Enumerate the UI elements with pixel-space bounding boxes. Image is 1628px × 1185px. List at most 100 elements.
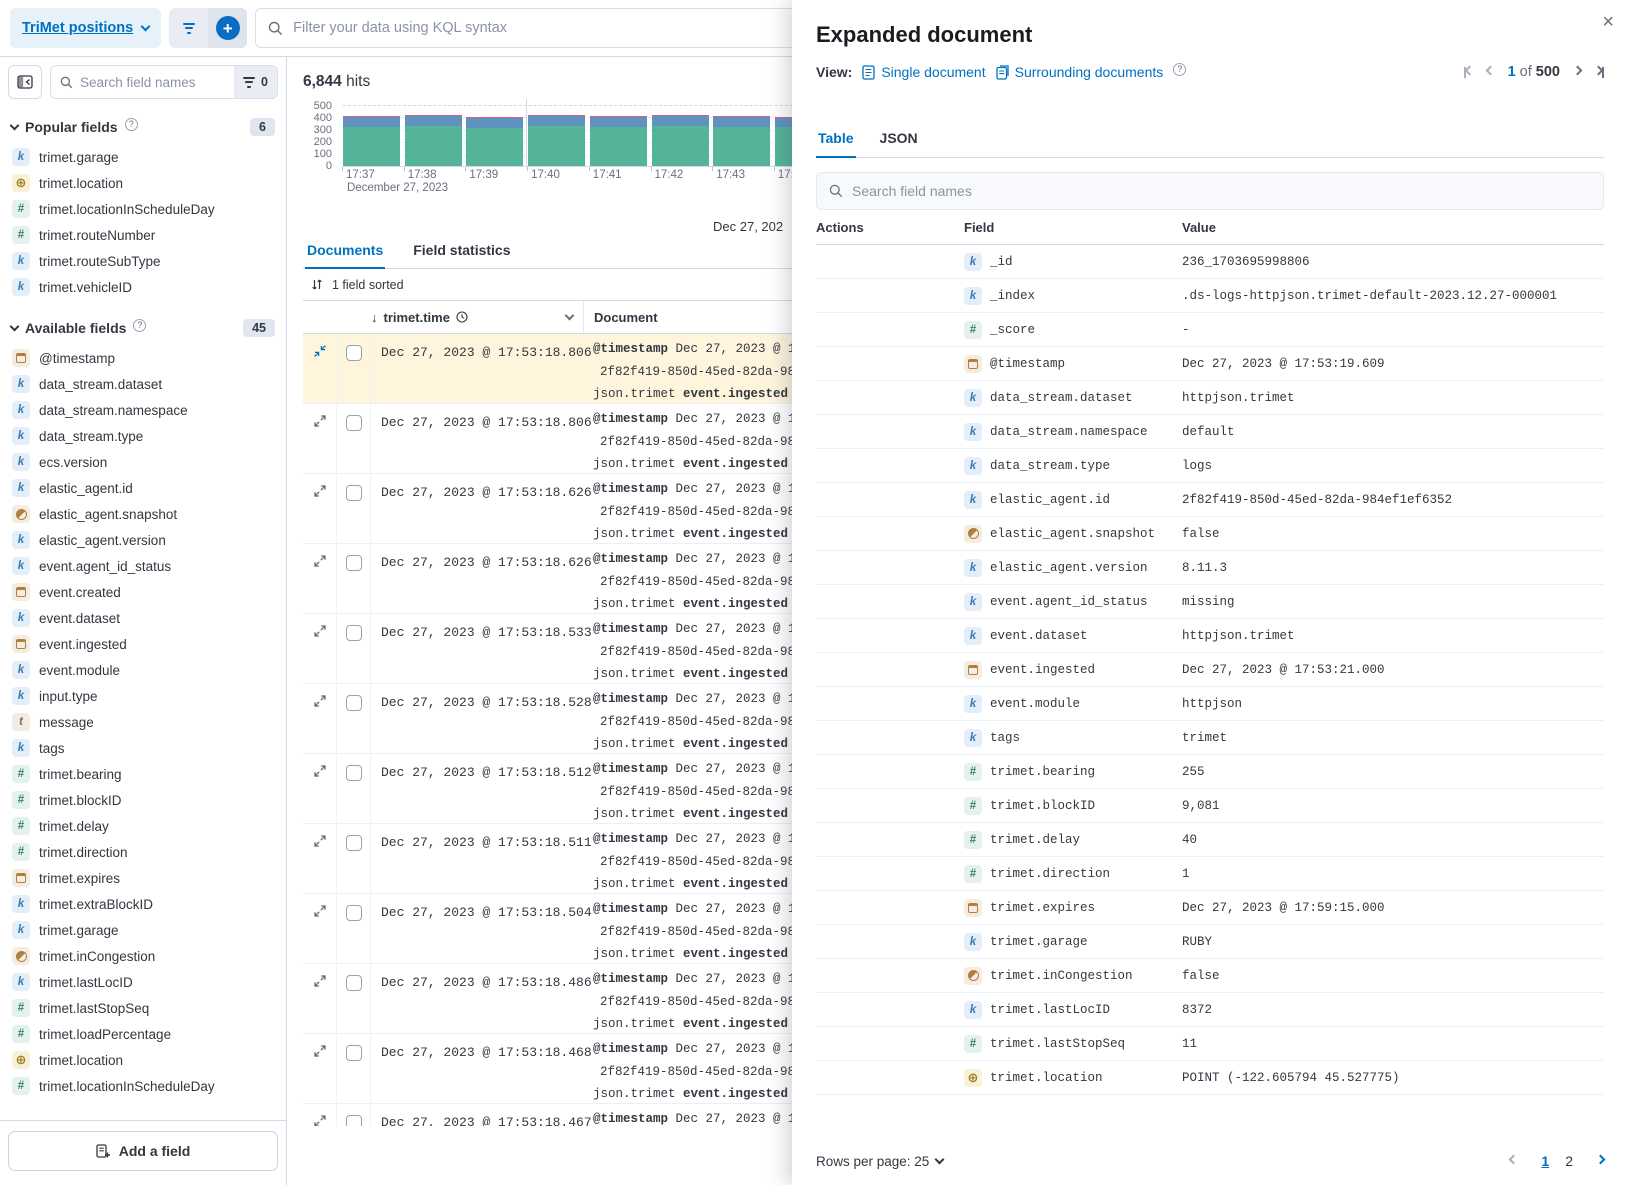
rows-per-page-button[interactable]: Rows per page: 25: [816, 1154, 943, 1169]
toggle-document-detail-button[interactable]: [303, 1034, 337, 1103]
flyout-field-row[interactable]: kdata_stream.dataset httpjson.trimet: [816, 381, 1604, 415]
toggle-document-detail-button[interactable]: [303, 404, 337, 473]
single-document-link[interactable]: Single document: [862, 64, 985, 80]
tab-documents[interactable]: Documents: [305, 235, 385, 269]
histogram-bar-segment[interactable]: [590, 117, 647, 126]
collapse-sidebar-button[interactable]: [8, 65, 42, 99]
histogram-bar-segment[interactable]: [405, 116, 462, 126]
sidebar-field-item[interactable]: trimet.expires: [8, 865, 278, 891]
sidebar-field-item[interactable]: ⊕trimet.location: [8, 1047, 278, 1073]
flyout-field-row[interactable]: event.ingested Dec 27, 2023 @ 17:53:21.0…: [816, 653, 1604, 687]
sidebar-field-item[interactable]: event.created: [8, 579, 278, 605]
histogram-bar-segment[interactable]: [528, 115, 585, 116]
sidebar-field-item[interactable]: #trimet.loadPercentage: [8, 1021, 278, 1047]
sidebar-field-item[interactable]: kevent.agent_id_status: [8, 553, 278, 579]
column-header-time[interactable]: ↓ trimet.time: [371, 310, 583, 325]
histogram-bar-segment[interactable]: [590, 116, 647, 117]
tab-json[interactable]: JSON: [878, 124, 920, 157]
flyout-field-row[interactable]: k_id 236_1703695998806: [816, 245, 1604, 279]
flyout-field-row[interactable]: ktrimet.garage RUBY: [816, 925, 1604, 959]
sidebar-field-item[interactable]: kinput.type: [8, 683, 278, 709]
next-document-button[interactable]: [1574, 70, 1581, 74]
histogram-bar-segment[interactable]: [713, 127, 770, 166]
tab-table[interactable]: Table: [816, 124, 856, 158]
tab-field-statistics[interactable]: Field statistics: [411, 235, 512, 268]
available-fields-header[interactable]: Available fields ? 45: [11, 319, 275, 337]
histogram-bar-segment[interactable]: [466, 118, 523, 127]
field-search-input[interactable]: [80, 75, 227, 90]
sidebar-field-item[interactable]: kelastic_agent.id: [8, 475, 278, 501]
histogram-bar-segment[interactable]: [528, 126, 585, 166]
row-checkbox[interactable]: [346, 835, 362, 851]
histogram-bar-segment[interactable]: [343, 117, 400, 126]
histogram-bar-segment[interactable]: [405, 126, 462, 166]
last-document-button[interactable]: [1595, 67, 1604, 78]
row-checkbox[interactable]: [346, 345, 362, 361]
field-filters-button[interactable]: 0: [234, 66, 277, 98]
sidebar-field-item[interactable]: kdata_stream.namespace: [8, 397, 278, 423]
toggle-document-detail-button[interactable]: [303, 544, 337, 613]
sidebar-field-item[interactable]: #trimet.blockID: [8, 787, 278, 813]
row-checkbox[interactable]: [346, 695, 362, 711]
sidebar-field-item[interactable]: #trimet.locationInScheduleDay: [8, 196, 278, 222]
sidebar-field-item[interactable]: ktrimet.lastLocID: [8, 969, 278, 995]
sidebar-field-item[interactable]: event.ingested: [8, 631, 278, 657]
flyout-field-row[interactable]: kdata_stream.namespace default: [816, 415, 1604, 449]
histogram-bar-segment[interactable]: [652, 115, 709, 116]
row-checkbox[interactable]: [346, 905, 362, 921]
histogram-bar-segment[interactable]: [466, 117, 523, 118]
flyout-field-row[interactable]: trimet.expires Dec 27, 2023 @ 17:59:15.0…: [816, 891, 1604, 925]
toggle-document-detail-button[interactable]: [303, 1104, 337, 1126]
flyout-field-row[interactable]: kelastic_agent.id 2f82f419-850d-45ed-82d…: [816, 483, 1604, 517]
sidebar-field-item[interactable]: kevent.module: [8, 657, 278, 683]
flyout-field-search[interactable]: [816, 172, 1604, 210]
sidebar-field-item[interactable]: ktrimet.extraBlockID: [8, 891, 278, 917]
flyout-field-search-input[interactable]: [852, 183, 1591, 199]
flyout-field-row[interactable]: kdata_stream.type logs: [816, 449, 1604, 483]
toggle-document-detail-button[interactable]: [303, 334, 337, 403]
chevron-down-icon[interactable]: [565, 311, 575, 321]
surrounding-documents-link[interactable]: Surrounding documents: [996, 64, 1164, 80]
toggle-document-detail-button[interactable]: [303, 894, 337, 963]
sidebar-field-item[interactable]: ktags: [8, 735, 278, 761]
histogram-bar-segment[interactable]: [343, 127, 400, 166]
flyout-field-row[interactable]: #trimet.delay 40: [816, 823, 1604, 857]
sidebar-field-item[interactable]: ktrimet.vehicleID: [8, 274, 278, 300]
toggle-document-detail-button[interactable]: [303, 824, 337, 893]
row-checkbox[interactable]: [346, 485, 362, 501]
flyout-field-row[interactable]: ⊕trimet.location POINT (-122.605794 45.5…: [816, 1061, 1604, 1095]
flyout-field-row[interactable]: kevent.module httpjson: [816, 687, 1604, 721]
flyout-field-row[interactable]: elastic_agent.snapshot false: [816, 517, 1604, 551]
flyout-field-row[interactable]: #trimet.direction 1: [816, 857, 1604, 891]
sidebar-field-item[interactable]: kelastic_agent.version: [8, 527, 278, 553]
first-document-button[interactable]: [1464, 67, 1473, 78]
histogram-bar-segment[interactable]: [343, 116, 400, 117]
flyout-field-row[interactable]: @timestamp Dec 27, 2023 @ 17:53:19.609: [816, 347, 1604, 381]
toggle-document-detail-button[interactable]: [303, 684, 337, 753]
sidebar-field-item[interactable]: ⊕trimet.location: [8, 170, 278, 196]
flyout-field-row[interactable]: ktrimet.lastLocID 8372: [816, 993, 1604, 1027]
sidebar-field-item[interactable]: kdata_stream.dataset: [8, 371, 278, 397]
toggle-document-detail-button[interactable]: [303, 754, 337, 823]
page-button-2[interactable]: 2: [1565, 1153, 1573, 1169]
flyout-field-row[interactable]: #trimet.bearing 255: [816, 755, 1604, 789]
sidebar-field-item[interactable]: ktrimet.garage: [8, 144, 278, 170]
add-filter-button[interactable]: +: [208, 8, 247, 48]
sidebar-field-item[interactable]: #trimet.routeNumber: [8, 222, 278, 248]
sidebar-field-item[interactable]: #trimet.bearing: [8, 761, 278, 787]
filter-fields-button[interactable]: [169, 8, 208, 48]
sidebar-field-item[interactable]: @timestamp: [8, 345, 278, 371]
row-checkbox[interactable]: [346, 765, 362, 781]
sidebar-field-item[interactable]: #trimet.locationInScheduleDay: [8, 1073, 278, 1099]
flyout-field-row[interactable]: #_score -: [816, 313, 1604, 347]
sidebar-field-item[interactable]: tmessage: [8, 709, 278, 735]
dataview-picker[interactable]: TriMet positions: [10, 8, 161, 48]
flyout-field-row[interactable]: ktags trimet: [816, 721, 1604, 755]
sidebar-field-item[interactable]: kecs.version: [8, 449, 278, 475]
sidebar-field-item[interactable]: elastic_agent.snapshot: [8, 501, 278, 527]
flyout-field-row[interactable]: k_index .ds-logs-httpjson.trimet-default…: [816, 279, 1604, 313]
field-search-box[interactable]: 0: [50, 65, 278, 99]
next-page-button[interactable]: [1597, 1159, 1604, 1163]
sidebar-field-item[interactable]: kdata_stream.type: [8, 423, 278, 449]
histogram-bar-segment[interactable]: [590, 127, 647, 166]
